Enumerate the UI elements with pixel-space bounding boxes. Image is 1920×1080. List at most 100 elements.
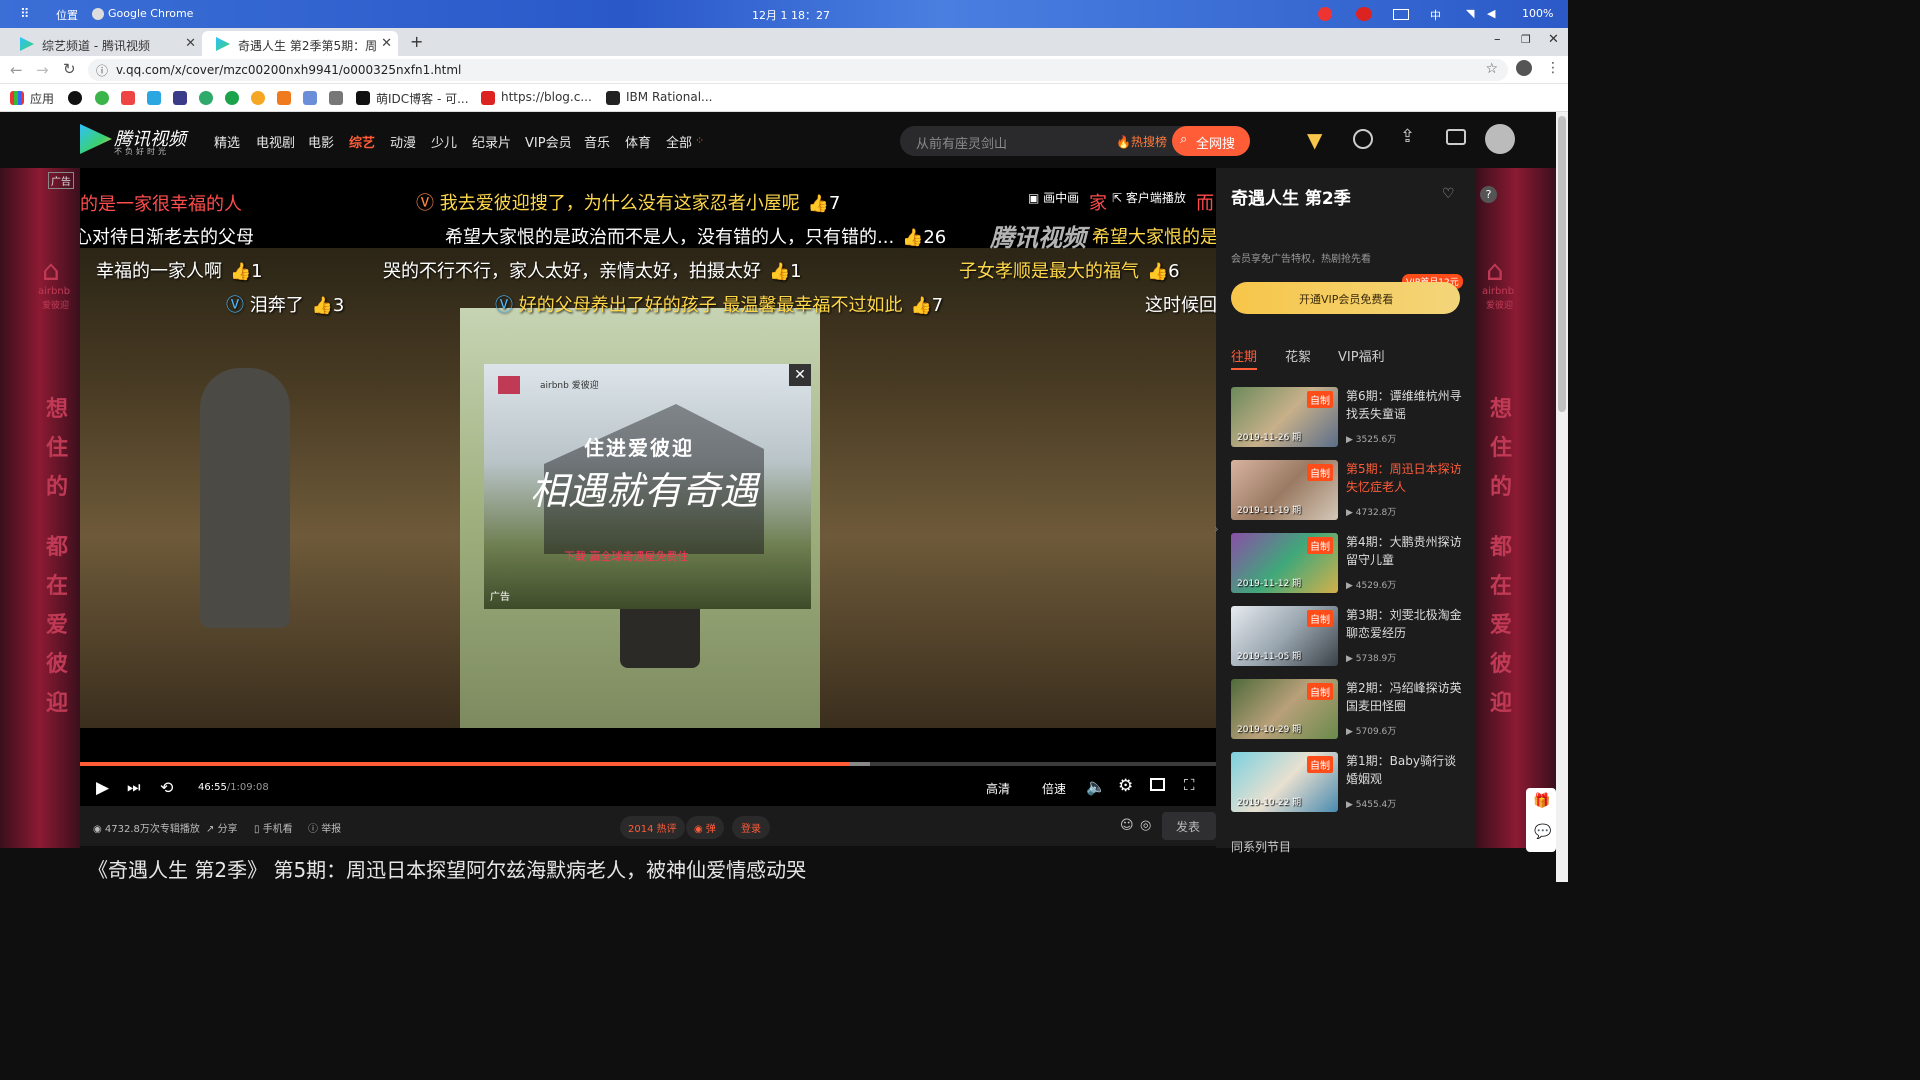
danmaku-item[interactable]: 子女孝顺是最大的福气 👍6: [959, 257, 1180, 283]
ad-cta[interactable]: 下载 赢全球奇遇屋免费住: [564, 548, 689, 564]
nav-music[interactable]: 音乐: [584, 132, 610, 151]
tab-episode[interactable]: 奇遇人生 第2季第5期：周 ✕: [202, 31, 398, 56]
like-icon[interactable]: 👍: [312, 296, 333, 316]
bookmark-icon[interactable]: [303, 91, 317, 105]
profile-icon[interactable]: [1516, 60, 1532, 76]
episode-title[interactable]: 第3期：刘雯北极淘金聊恋爱经历: [1346, 606, 1466, 642]
window-close-icon[interactable]: ✕: [1548, 32, 1559, 47]
bookmark-icon[interactable]: [251, 91, 265, 105]
close-icon[interactable]: ✕: [381, 36, 392, 51]
power-icon[interactable]: [1318, 7, 1332, 21]
page-scrollbar[interactable]: [1556, 112, 1568, 882]
video-player[interactable]: ▣ 画中画 ⇱ 客户端播放 腾讯视频 的是一家很幸福的人 Ⓥ 我去爱彼迎搜了，为…: [80, 168, 1216, 806]
nav-variety[interactable]: 综艺: [349, 132, 375, 151]
bookmark-icon[interactable]: [225, 91, 239, 105]
danmaku-item[interactable]: 而: [1196, 189, 1214, 215]
nav-documentary[interactable]: 纪录片: [472, 132, 511, 151]
settings-icon[interactable]: ⚙: [1118, 776, 1133, 796]
report-button[interactable]: ⓘ 举报: [308, 820, 341, 835]
danmaku-item[interactable]: 这时候回: [1145, 291, 1216, 317]
bookmark-icon[interactable]: [277, 91, 291, 105]
quality-button[interactable]: 高清: [986, 780, 1010, 797]
gift-icon[interactable]: 🎁: [1533, 793, 1550, 809]
danmaku-item[interactable]: Ⓥ 好的父母养出了好的孩子 最温馨最幸福不过如此 👍7: [495, 291, 943, 317]
apps-grid-icon[interactable]: ⠿: [20, 7, 30, 22]
download-icon[interactable]: [1446, 129, 1466, 145]
like-icon[interactable]: 👍: [910, 296, 931, 316]
bookmark-icon[interactable]: [95, 91, 109, 105]
clock[interactable]: 12月 1 18：27: [752, 7, 830, 23]
bookmark-star-icon[interactable]: ☆: [1485, 61, 1498, 77]
search-button[interactable]: ⌕ 全网搜: [1172, 126, 1250, 156]
fullscreen-icon[interactable]: ⛶: [1184, 776, 1195, 794]
danmaku-item[interactable]: 希望大家恨的是政治而不是人，没有错的人，只有错的... 👍26: [445, 223, 946, 249]
episode-item[interactable]: 自制 2019-11-05 期 第3期：刘雯北极淘金聊恋爱经历 ▶ 5738.9…: [1231, 606, 1476, 668]
like-icon[interactable]: 👍: [902, 228, 923, 248]
like-icon[interactable]: 👍: [1147, 262, 1168, 282]
episode-item[interactable]: 自制 2019-11-12 期 第4期：大鹏贵州探访留守儿童 ▶ 4529.6万: [1231, 533, 1476, 595]
episode-title[interactable]: 第5期：周迅日本探访失忆症老人: [1346, 460, 1466, 496]
danmaku-toggle[interactable]: ◉ 弹: [686, 816, 724, 839]
hot-search-link[interactable]: 🔥热搜榜: [1116, 133, 1167, 150]
nav-anime[interactable]: 动漫: [390, 132, 416, 151]
bookmark-icon[interactable]: [356, 91, 370, 105]
bilibili-icon[interactable]: [147, 91, 161, 105]
send-button[interactable]: 发表: [1162, 812, 1216, 840]
stop-icon[interactable]: [1356, 7, 1372, 21]
danmaku-item[interactable]: 幸福的一家人啊 👍1: [96, 257, 263, 283]
danmaku-item[interactable]: Ⓥ 泪奔了 👍3: [226, 291, 344, 317]
share-button[interactable]: ↗ 分享: [206, 820, 238, 835]
forward-icon[interactable]: →: [36, 61, 49, 79]
episode-item[interactable]: 自制 2019-10-22 期 第1期：Baby骑行谈婚姻观 ▶ 5455.4万: [1231, 752, 1476, 814]
bookmark-mengidc[interactable]: 萌IDC博客 - 可...: [376, 90, 469, 107]
play-icon[interactable]: ▶: [96, 778, 109, 798]
bookmark-ibm[interactable]: IBM Rational...: [626, 90, 712, 104]
danmaku-item[interactable]: 家: [1089, 189, 1107, 215]
tab-past-episodes[interactable]: 往期: [1231, 346, 1257, 365]
danmaku-item[interactable]: 哭的不行不行，家人太好，亲情太好，拍摄太好 👍1: [383, 257, 802, 283]
places-menu[interactable]: 位置: [56, 7, 78, 23]
bookmark-icon[interactable]: [329, 91, 343, 105]
avatar[interactable]: [1485, 124, 1515, 154]
github-icon[interactable]: [68, 91, 82, 105]
airbnb-ad-popup[interactable]: airbnb 爱彼迎 住进爱彼迎 相遇就有奇遇 下载 赢全球奇遇屋免费住 广告 …: [484, 364, 811, 609]
nav-featured[interactable]: 精选: [214, 132, 240, 151]
like-icon[interactable]: 👍: [230, 262, 251, 282]
tencent-video-logo-icon[interactable]: [80, 124, 112, 154]
search-input[interactable]: 从前有座灵剑山: [916, 137, 1007, 152]
bookmark-blog[interactable]: https://blog.c...: [501, 90, 592, 104]
csdn-icon[interactable]: [481, 91, 495, 105]
close-icon[interactable]: ✕: [789, 364, 811, 386]
nav-tv[interactable]: 电视剧: [256, 132, 295, 151]
web-fullscreen-icon[interactable]: [1150, 778, 1165, 791]
ime-indicator[interactable]: 中: [1430, 7, 1441, 23]
vip-icon[interactable]: ▼: [1307, 128, 1322, 152]
danmaku-item[interactable]: Ⓥ 我去爱彼迎搜了，为什么没有这家忍者小屋呢 👍7: [416, 189, 840, 215]
progress-bar[interactable]: [80, 762, 1216, 766]
loop-icon[interactable]: ⟲: [160, 778, 173, 797]
episode-item[interactable]: 自制 2019-11-26 期 第6期：谭维维杭州寻找丢失童谣 ▶ 3525.6…: [1231, 387, 1476, 449]
search-box[interactable]: 从前有座灵剑山 🔥热搜榜 ⌕ 全网搜: [900, 126, 1250, 156]
client-play-button[interactable]: ⇱ 客户端播放: [1102, 184, 1196, 211]
history-icon[interactable]: [1353, 129, 1373, 149]
help-icon[interactable]: ?: [1480, 186, 1497, 203]
tab-variety[interactable]: 综艺频道 - 腾讯视频 ✕: [6, 31, 202, 56]
ibm-icon[interactable]: [606, 91, 620, 105]
vip-button[interactable]: 开通VIP会员免费看: [1231, 282, 1460, 314]
back-icon[interactable]: ←: [10, 61, 23, 79]
tab-extras[interactable]: 花絮: [1285, 346, 1311, 365]
next-icon[interactable]: ⏭: [127, 778, 141, 796]
nav-kids[interactable]: 少儿: [431, 132, 457, 151]
emoji-icon[interactable]: ☺: [1120, 818, 1134, 833]
screen-icon[interactable]: [1393, 9, 1409, 20]
episode-title[interactable]: 第1期：Baby骑行谈婚姻观: [1346, 752, 1466, 788]
collapse-arrow-icon[interactable]: ›: [1214, 522, 1219, 536]
nav-movie[interactable]: 电影: [308, 132, 334, 151]
tab-vip-benefits[interactable]: VIP福利: [1338, 346, 1385, 365]
right-ad-banner[interactable]: ⌂ airbnb 爱彼迎 想 住 的 都 在 爱 彼 迎: [1476, 168, 1556, 848]
new-tab-icon[interactable]: +: [410, 32, 423, 51]
episode-item[interactable]: 自制 2019-11-19 期 第5期：周迅日本探访失忆症老人 ▶ 4732.8…: [1231, 460, 1476, 522]
mobile-button[interactable]: ▯ 手机看: [254, 820, 293, 835]
palette-icon[interactable]: ◎: [1140, 818, 1151, 833]
address-bar[interactable]: ⓘ v.qq.com/x/cover/mzc00200nxh9941/o0003…: [88, 59, 1508, 81]
